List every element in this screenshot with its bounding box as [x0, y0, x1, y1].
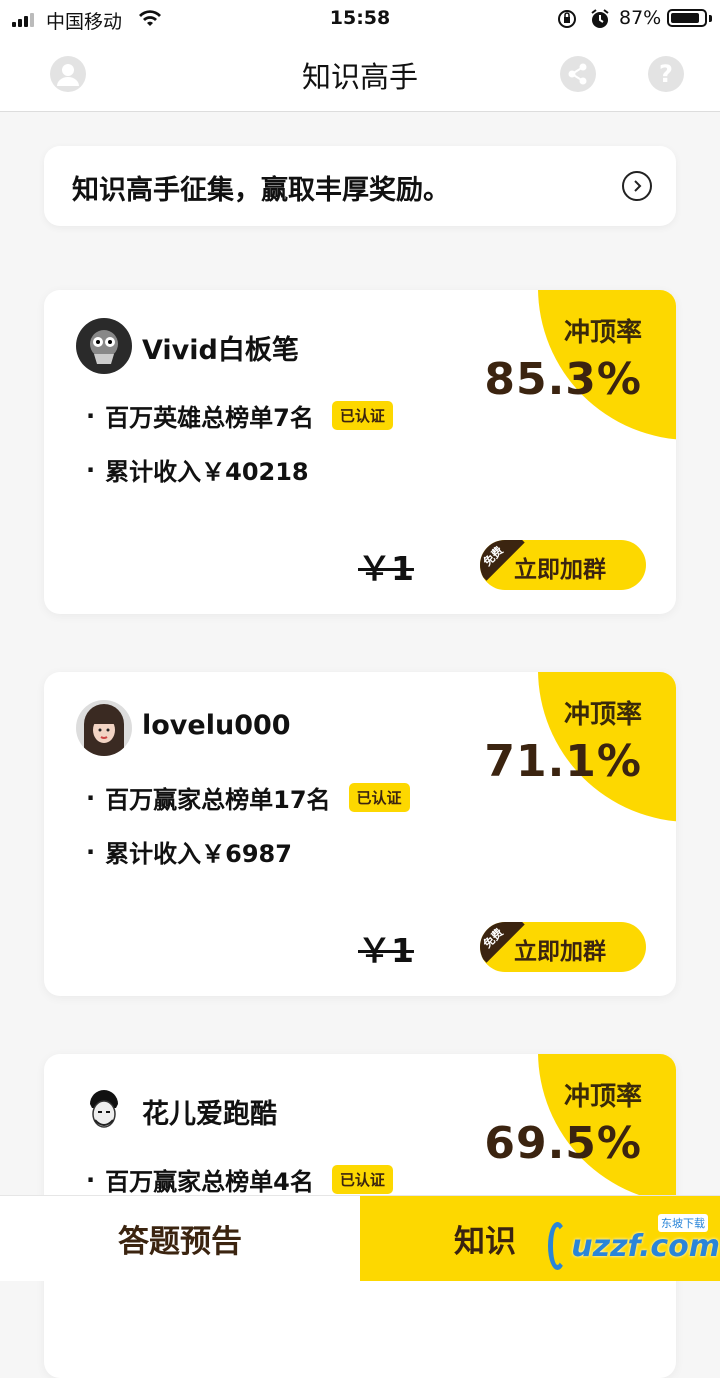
- verified-badge: 已认证: [331, 1165, 393, 1194]
- expert-card[interactable]: 冲顶率 85.3% Vivid白板笔 · 百万英雄总榜单7名 已认证 · 累计收入￥…: [44, 290, 676, 614]
- watermark-logo: uzzf.com 东坡下载: [548, 1214, 720, 1274]
- chevron-right-icon: [622, 171, 652, 201]
- nav-bar: 知识高手 ?: [0, 38, 720, 112]
- user-name[interactable]: lovelu000: [142, 710, 291, 741]
- rate-label: 冲顶率: [563, 1082, 642, 1112]
- tab-answer-preview[interactable]: 答题预告: [0, 1196, 360, 1281]
- recruit-banner[interactable]: 知识高手征集，赢取丰厚奖励。: [44, 146, 676, 226]
- rank-text: 百万赢家总榜单17名: [105, 786, 331, 814]
- verified-badge: 已认证: [331, 401, 393, 430]
- battery-icon: [667, 9, 707, 27]
- watermark-subtext: 东坡下载: [658, 1214, 708, 1232]
- share-icon[interactable]: [560, 56, 596, 92]
- orientation-lock-icon: [556, 8, 578, 34]
- avatar: [76, 700, 132, 756]
- watermark-text: uzzf.com: [571, 1228, 720, 1264]
- tab-label: 答题预告: [118, 1224, 242, 1260]
- rate-value: 71.1%: [484, 736, 642, 787]
- status-bar: 中国移动 15:58 87%: [0, 0, 720, 38]
- help-glyph: ?: [659, 60, 673, 88]
- rate-value: 85.3%: [484, 354, 642, 405]
- help-icon[interactable]: ?: [648, 56, 684, 92]
- user-name[interactable]: 花儿爱跑酷: [142, 1092, 277, 1131]
- battery-percent: 87%: [619, 7, 662, 29]
- verified-badge: 已认证: [348, 783, 410, 812]
- rate-label: 冲顶率: [563, 700, 642, 730]
- rank-line: · 百万英雄总榜单7名 已认证: [86, 398, 393, 433]
- join-button-label: 立即加群: [514, 557, 606, 583]
- original-price: ￥1: [358, 931, 414, 970]
- join-button-label: 立即加群: [514, 939, 606, 965]
- banner-text: 知识高手征集，赢取丰厚奖励。: [72, 175, 450, 206]
- original-price: ￥1: [358, 549, 414, 588]
- income-line: · 累计收入￥6987: [86, 834, 292, 869]
- page-title: 知识高手: [301, 60, 418, 94]
- avatar: [76, 318, 132, 374]
- rate-value: 69.5%: [484, 1118, 642, 1169]
- rank-text: 百万赢家总榜单4名: [105, 1168, 314, 1196]
- avatar: [76, 1082, 132, 1138]
- watermark-icon: [548, 1222, 568, 1270]
- alarm-icon: [589, 8, 611, 34]
- rank-line: · 百万赢家总榜单17名 已认证: [86, 780, 410, 815]
- battery-fill: [671, 13, 699, 23]
- join-group-button[interactable]: 免费 立即加群: [480, 922, 646, 972]
- rate-label: 冲顶率: [563, 318, 642, 348]
- rank-line: · 百万赢家总榜单4名 已认证: [86, 1162, 393, 1197]
- tab-label: 知识: [454, 1224, 516, 1260]
- user-name[interactable]: Vivid白板笔: [142, 328, 299, 367]
- income-line: · 累计收入￥40218: [86, 452, 309, 487]
- income-text: 累计收入￥6987: [105, 840, 292, 868]
- income-text: 累计收入￥40218: [105, 458, 309, 486]
- clock: 15:58: [329, 7, 391, 29]
- join-group-button[interactable]: 免费 立即加群: [480, 540, 646, 590]
- battery-cap: [709, 15, 712, 22]
- expert-card[interactable]: 冲顶率 71.1% lovelu000 · 百万赢家总榜单17名 已认证 · 累计收…: [44, 672, 676, 996]
- rank-text: 百万英雄总榜单7名: [105, 404, 314, 432]
